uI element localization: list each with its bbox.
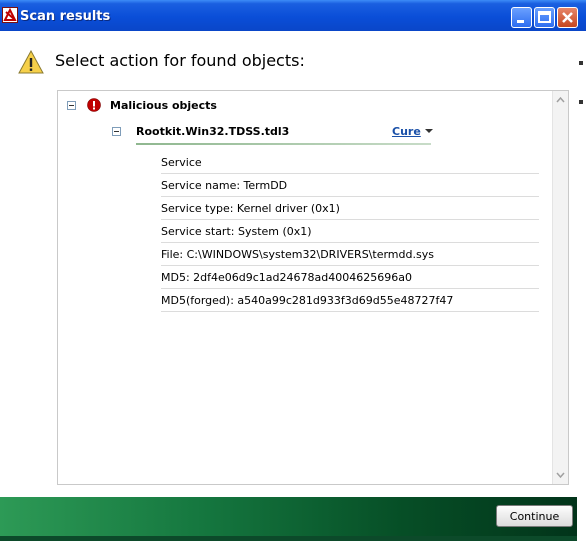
close-button[interactable] xyxy=(557,7,578,28)
footer-band xyxy=(0,497,577,541)
minimize-button[interactable] xyxy=(511,7,532,28)
collapse-threat-toggle[interactable] xyxy=(112,127,121,136)
detail-row: File: C:\WINDOWS\system32\DRIVERS\termdd… xyxy=(161,243,539,266)
continue-button[interactable]: Continue xyxy=(496,505,573,527)
kaspersky-app-icon xyxy=(2,7,18,23)
window-edge xyxy=(577,31,586,541)
action-dropdown[interactable]: Cure xyxy=(392,125,421,138)
page-title: Select action for found objects: xyxy=(55,51,305,70)
detail-row: MD5: 2df4e06d9c1ad24678ad4004625696a0 xyxy=(161,266,539,289)
results-tree-panel[interactable]: Malicious objects Rootkit.Win32.TDSS.tdl… xyxy=(57,90,569,485)
title-bar[interactable]: Scan results xyxy=(0,0,586,31)
scroll-up-icon[interactable] xyxy=(553,92,568,108)
error-icon xyxy=(87,97,101,116)
detail-row: Service type: Kernel driver (0x1) xyxy=(161,197,539,220)
window-title: Scan results xyxy=(20,9,111,24)
scroll-down-icon[interactable] xyxy=(553,467,568,483)
maximize-button[interactable] xyxy=(534,7,555,28)
detail-row: Service name: TermDD xyxy=(161,174,539,197)
chevron-down-icon[interactable] xyxy=(425,129,433,133)
threat-name[interactable]: Rootkit.Win32.TDSS.tdl3 xyxy=(136,125,289,138)
group-label[interactable]: Malicious objects xyxy=(110,99,217,112)
detail-row: MD5(forged): a540a99c281d933f3d69d55e487… xyxy=(161,289,539,312)
vertical-scrollbar[interactable] xyxy=(552,91,568,484)
detail-row: Service xyxy=(161,151,539,174)
collapse-group-toggle[interactable] xyxy=(67,101,76,110)
warning-icon xyxy=(18,49,44,78)
threat-details: Service Service name: TermDD Service typ… xyxy=(161,151,539,312)
detail-row: Service start: System (0x1) xyxy=(161,220,539,243)
threat-separator xyxy=(136,143,431,145)
